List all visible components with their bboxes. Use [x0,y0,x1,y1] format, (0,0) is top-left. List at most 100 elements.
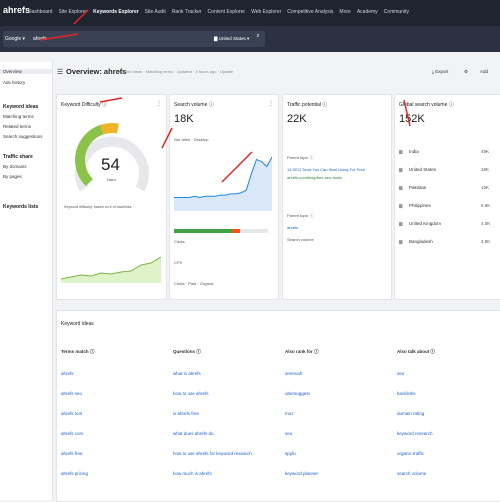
topic-link[interactable]: ahrefs [287,225,298,230]
keyword-idea-link[interactable]: ahrefs free [61,451,83,456]
search-volume-card: Search volume ⓘ ⋮ 18K Not often · Deskto… [169,94,279,300]
country-name[interactable]: India [409,149,419,154]
keyword-idea-link[interactable]: what is ahrefs [173,371,201,376]
keyword-idea-link[interactable]: moz [285,411,294,416]
nav-rank-tracker[interactable]: Rank Tracker [172,9,202,15]
kd-title: Keyword Difficulty ⓘ [61,102,108,108]
search-button[interactable]: ⌕ [253,33,263,45]
info-icon[interactable]: ⓘ [209,102,214,108]
keyword-idea-link[interactable]: how to use ahrefs [173,391,209,396]
page-header: ☰ Overview: ahrefs Keyword ideas · Match… [56,62,500,84]
add-button[interactable]: Add [480,69,488,74]
info-icon[interactable]: ⓘ [322,102,327,108]
search-engine-select[interactable]: Google ▾ [5,36,25,42]
volume-area [174,157,272,211]
keyword-input[interactable]: ahrefs [33,36,47,42]
keyword-idea-link[interactable]: seo [285,431,292,436]
nav-site-explorer[interactable]: Site Explorer [58,9,87,15]
keyword-idea-link[interactable]: spyfu [285,451,296,456]
clicks-bar [174,229,268,233]
keyword-idea-link[interactable]: how to use ahrefs for keyword research [173,451,252,456]
nav-dashboard[interactable]: Dashboard [28,9,52,15]
ideas-column-head: Also talk about ⓘ [397,349,436,354]
nav-competitive-analysis[interactable]: Competitive Analysis [287,9,333,15]
sidebar-item-by-domains[interactable]: By domains [3,164,27,169]
keyword-idea-link[interactable]: ubersuggest [285,391,310,396]
keyword-idea-link[interactable]: how much is ahrefs [173,471,212,476]
export-button[interactable]: ⤓ Export [432,69,448,74]
info-icon[interactable]: ⓘ [102,102,107,108]
traffic-potential-card: Traffic potential ⓘ 22K Parent topic ⓘ 1… [282,94,392,300]
keyword-idea-link[interactable]: is ahrefs free [173,411,199,416]
sidebar-heading-keywords-lists[interactable]: Keywords lists [3,204,38,210]
nav-keywords-explorer[interactable]: Keywords Explorer [93,9,139,15]
menu-icon[interactable]: ☰ [57,68,63,76]
sidebar-item-search-suggestions[interactable]: Search suggestions [3,134,43,139]
country-flag-icon: ▆ [399,203,403,208]
nav-more[interactable]: More [339,9,350,15]
kd-value: 54 [101,155,120,174]
keyword-idea-link[interactable]: ahrefs tool [61,411,82,416]
sidebar-heading-traffic-share: Traffic share [3,154,33,160]
nav-academy[interactable]: Academy [357,9,378,15]
ahrefs-logo[interactable]: ahrefs [3,5,30,15]
sidebar-heading-keyword-ideas: Keyword ideas [3,104,39,110]
left-sidebar: Overview Ads history Keyword ideas Match… [0,62,53,500]
country-select[interactable]: ▇ United States ▾ [214,36,249,42]
result-title-link[interactable]: 14 SEO Tools You Can Start Using For Fre… [287,167,365,172]
sidebar-item-ads-history[interactable]: Ads history [3,80,25,85]
volume-subtitle: Not often · Desktop [174,137,209,142]
result-url[interactable]: ahrefs.com/blog/free-seo-tools/ [287,175,342,180]
topic-label: Parent topic ⓘ [287,213,314,218]
volume-title: Search volume ⓘ [174,102,214,108]
keyword-idea-link[interactable]: ahrefs com [61,431,83,436]
country-name[interactable]: Bangladesh [409,239,433,244]
info-icon[interactable]: ⓘ [449,102,454,108]
clicks-bar-paid [232,229,240,233]
nav-web-explorer[interactable]: Web Explorer [251,9,281,15]
keyword-ideas-card: Keyword ideas Terms match ⓘ ahrefs ahrefs … [56,310,500,502]
country-flag-icon: ▆ [399,221,403,226]
keyword-idea-link[interactable]: seo [397,371,404,376]
global-value: 152K [399,113,425,125]
country-name[interactable]: United States [409,167,436,172]
volume-history-chart [174,156,272,211]
kd-label: Hard [107,177,116,182]
nav-site-audit[interactable]: Site Audit [145,9,166,15]
country-flag-icon: ▆ [399,239,403,244]
keyword-idea-link[interactable]: search volume [397,471,426,476]
ideas-column-head: Terms match ⓘ [61,349,95,354]
keyword-difficulty-card: Keyword Difficulty ⓘ ⋮ 54 Hard Keyword d… [56,94,167,300]
main-nav: Dashboard Site Explorer Keywords Explore… [28,9,409,15]
clicks-bar-organic [174,229,233,233]
keyword-idea-link[interactable]: keyword planner [285,471,318,476]
traffic-value: 22K [287,113,307,125]
keyword-idea-link[interactable]: ahrefs seo [61,391,82,396]
more-icon[interactable]: ⋮ [156,100,162,107]
sidebar-item-by-pages[interactable]: By pages [3,174,22,179]
keyword-idea-link[interactable]: what does ahrefs do [173,431,214,436]
keyword-idea-link[interactable]: ahrefs pricing [61,471,88,476]
country-name[interactable]: Philippines [409,203,431,208]
nav-community[interactable]: Community [384,9,409,15]
country-name[interactable]: United Kingdom [409,221,441,226]
keyword-idea-link[interactable]: domain rating [397,411,424,416]
country-volume: 49K [481,149,490,154]
country-name[interactable]: Pakistan [409,185,426,190]
footer-label: Clicks · Paid · Organic [174,281,214,286]
keyword-idea-link[interactable]: semrush [285,371,302,376]
sidebar-item-overview[interactable]: Overview [0,69,52,74]
nav-content-explorer[interactable]: Content Explorer [208,9,246,15]
topic-volume: Search volume [287,237,314,242]
keyword-idea-link[interactable]: organic traffic [397,451,424,456]
top-navigation-bar: ahrefs Dashboard Site Explorer Keywords … [0,0,500,26]
country-flag-icon: ▆ [399,167,403,172]
more-icon[interactable]: ⋮ [268,100,274,107]
sidebar-item-related-terms[interactable]: Related terms [3,124,31,129]
keyword-idea-link[interactable]: keyword research [397,431,433,436]
sidebar-item-matching-terms[interactable]: Matching terms [3,114,34,119]
keyword-idea-link[interactable]: ahrefs [61,371,74,376]
keyword-idea-link[interactable]: backlinks [397,391,416,396]
traffic-title: Traffic potential ⓘ [287,102,328,108]
settings-icon[interactable]: ⚙ [464,69,468,75]
